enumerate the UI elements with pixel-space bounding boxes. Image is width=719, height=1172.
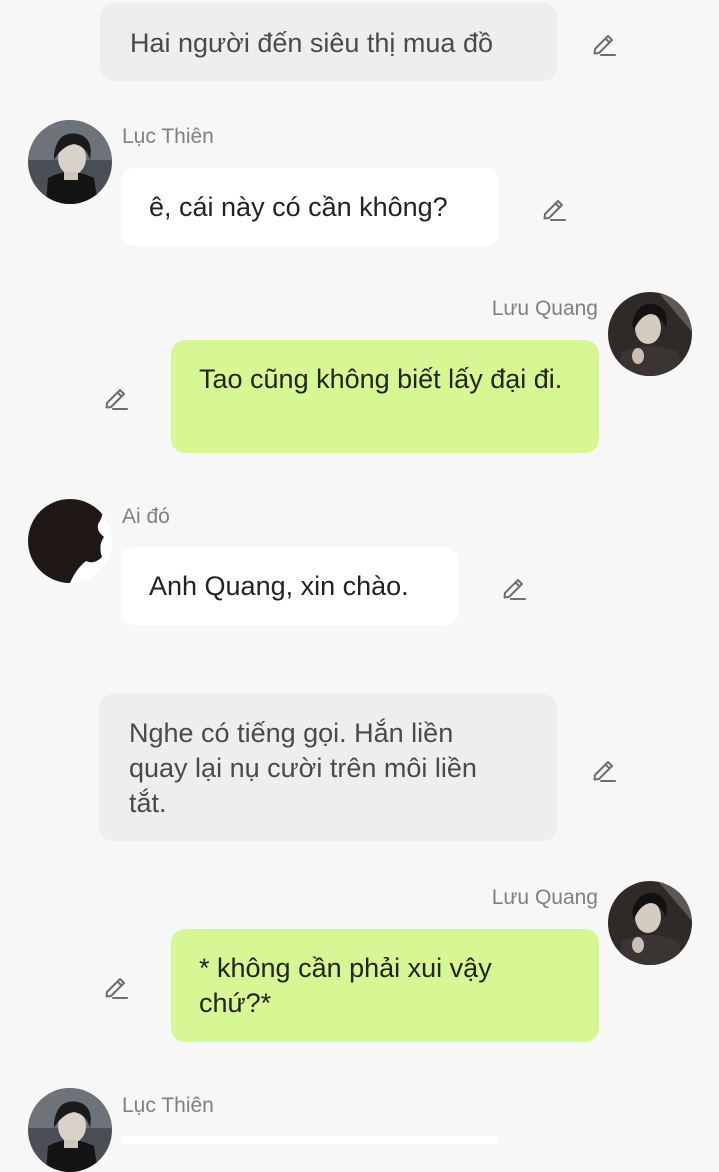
incoming-message-bubble (121, 1136, 499, 1144)
avatar-silhouette[interactable] (28, 499, 112, 583)
sender-name: Lưu Quang (491, 297, 598, 320)
sender-name: Lục Thiên (122, 1094, 214, 1117)
sender-name: Lưu Quang (491, 886, 598, 909)
message-text: * không cần phải xui vậy chứ?* (199, 953, 492, 1018)
incoming-message-bubble: Anh Quang, xin chào. (121, 547, 459, 625)
narration-text: Hai người đến siêu thị mua đồ (130, 28, 493, 58)
pencil-edit-icon[interactable] (101, 971, 131, 1001)
pencil-edit-icon[interactable] (589, 28, 619, 58)
outgoing-message-bubble: * không cần phải xui vậy chứ?* (171, 929, 599, 1042)
pencil-edit-icon[interactable] (589, 754, 619, 784)
pencil-edit-icon[interactable] (499, 572, 529, 602)
pencil-edit-icon[interactable] (539, 193, 569, 223)
message-text: Tao cũng không biết lấy đại đi. (199, 364, 563, 394)
narration-text: Nghe có tiếng gọi. Hắn liền quay lại nụ … (129, 718, 477, 818)
narration-bubble: Nghe có tiếng gọi. Hắn liền quay lại nụ … (99, 694, 557, 841)
outgoing-message-bubble: Tao cũng không biết lấy đại đi. (171, 340, 599, 453)
incoming-message-bubble: ê, cái này có cần không? (121, 168, 499, 246)
message-text: ê, cái này có cần không? (149, 192, 448, 222)
message-text: Anh Quang, xin chào. (149, 571, 409, 601)
avatar-luu-quang[interactable] (608, 881, 692, 965)
avatar-luc-thien[interactable] (28, 1088, 112, 1172)
avatar-luc-thien[interactable] (28, 120, 112, 204)
pencil-edit-icon[interactable] (101, 382, 131, 412)
sender-name: Ai đó (122, 505, 170, 528)
narration-bubble: Hai người đến siêu thị mua đồ (100, 3, 557, 81)
sender-name: Lục Thiên (122, 125, 214, 148)
avatar-luu-quang[interactable] (608, 292, 692, 376)
